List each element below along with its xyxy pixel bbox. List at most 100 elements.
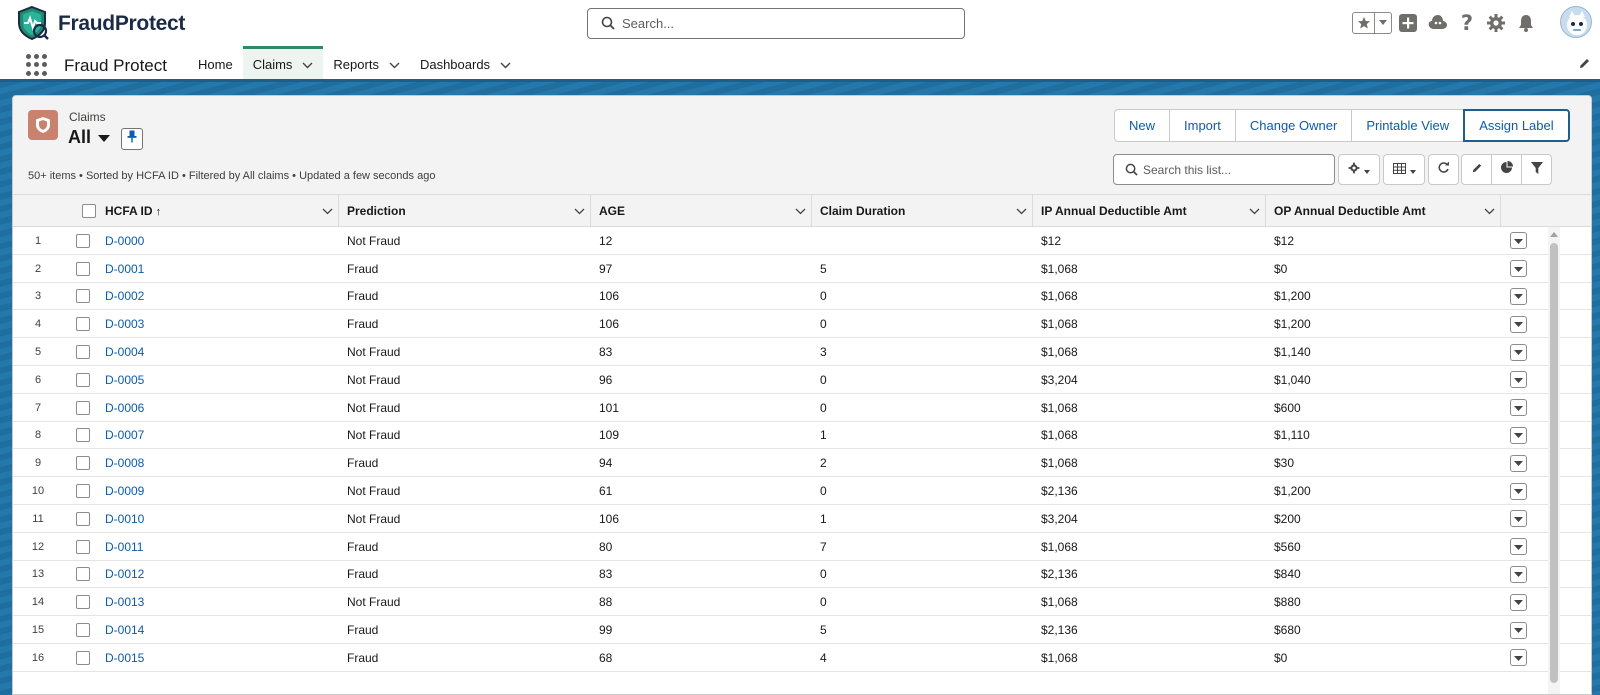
avatar[interactable] — [1560, 6, 1592, 38]
hcfa-id-link[interactable]: D-0006 — [105, 394, 144, 422]
pin-button[interactable] — [121, 128, 143, 150]
row-checkbox[interactable] — [76, 484, 90, 499]
table-row[interactable]: 7 D-0006 Not Fraud 101 0 $1,068 $600 — [13, 394, 1591, 422]
chevron-down-icon[interactable] — [568, 208, 590, 215]
chevron-down-icon[interactable] — [789, 208, 811, 215]
row-checkbox[interactable] — [76, 623, 90, 638]
row-action-menu-button[interactable] — [1510, 510, 1527, 528]
row-checkbox[interactable] — [76, 567, 90, 582]
column-header-op-deductible[interactable]: OP Annual Deductible Amt — [1266, 195, 1501, 227]
chevron-down-icon[interactable] — [302, 57, 313, 72]
row-checkbox[interactable] — [76, 317, 90, 332]
edit-list-button[interactable] — [1461, 154, 1492, 185]
table-row[interactable]: 3 D-0002 Fraud 106 0 $1,068 $1,200 — [13, 283, 1591, 311]
table-row[interactable]: 1 D-0000 Not Fraud 12 $12 $12 — [13, 227, 1591, 255]
help-icon[interactable]: ? — [1455, 11, 1479, 35]
hcfa-id-link[interactable]: D-0010 — [105, 505, 144, 533]
column-header-prediction[interactable]: Prediction — [339, 195, 591, 227]
hcfa-id-link[interactable]: D-0001 — [105, 255, 144, 283]
row-checkbox[interactable] — [76, 428, 90, 443]
hcfa-id-link[interactable]: D-0003 — [105, 310, 144, 338]
scroll-up-icon[interactable] — [1550, 232, 1558, 237]
row-checkbox[interactable] — [76, 456, 90, 471]
row-action-menu-button[interactable] — [1510, 621, 1527, 639]
display-as-button[interactable] — [1383, 154, 1425, 185]
table-row[interactable]: 16 D-0015 Fraud 68 4 $1,068 $0 — [13, 644, 1591, 672]
row-action-menu-button[interactable] — [1510, 565, 1527, 583]
row-action-menu-button[interactable] — [1510, 538, 1527, 556]
row-checkbox[interactable] — [76, 261, 90, 276]
table-row[interactable]: 14 D-0013 Not Fraud 88 0 $1,068 $880 — [13, 588, 1591, 617]
row-checkbox[interactable] — [76, 595, 90, 610]
trailhead-icon[interactable] — [1426, 11, 1450, 35]
filter-button[interactable] — [1521, 154, 1552, 185]
chevron-down-icon[interactable] — [1478, 208, 1500, 215]
pencil-icon[interactable] — [1578, 57, 1591, 75]
list-view-selector[interactable]: All — [68, 127, 111, 148]
row-action-menu-button[interactable] — [1510, 593, 1527, 611]
tab-claims[interactable]: Claims — [242, 46, 324, 79]
import-button[interactable]: Import — [1169, 109, 1236, 142]
table-scrollbar[interactable] — [1548, 227, 1560, 694]
row-action-menu-button[interactable] — [1510, 454, 1527, 472]
hcfa-id-link[interactable]: D-0011 — [105, 533, 143, 561]
hcfa-id-link[interactable]: D-0008 — [105, 449, 144, 477]
printable-view-button[interactable]: Printable View — [1351, 109, 1465, 142]
new-button[interactable]: New — [1114, 109, 1171, 142]
row-checkbox[interactable] — [76, 511, 90, 526]
list-controls-button[interactable] — [1338, 154, 1380, 185]
hcfa-id-link[interactable]: D-0014 — [105, 616, 144, 644]
refresh-button[interactable] — [1428, 154, 1459, 185]
hcfa-id-link[interactable]: D-0009 — [105, 477, 144, 505]
favorites-button[interactable] — [1352, 12, 1392, 34]
app-logo-icon[interactable] — [14, 5, 50, 41]
row-checkbox[interactable] — [76, 539, 90, 554]
row-checkbox[interactable] — [76, 345, 90, 360]
select-all-checkbox[interactable] — [82, 204, 96, 218]
column-header-age[interactable]: AGE — [591, 195, 812, 227]
hcfa-id-link[interactable]: D-0007 — [105, 422, 144, 450]
table-row[interactable]: 6 D-0005 Not Fraud 96 0 $3,204 $1,040 — [13, 366, 1591, 394]
table-row[interactable]: 12 D-0011 Fraud 80 7 $1,068 $560 — [13, 533, 1591, 561]
row-action-menu-button[interactable] — [1510, 649, 1527, 667]
tab-reports[interactable]: Reports — [323, 46, 410, 79]
global-search-input[interactable] — [622, 13, 952, 34]
chevron-down-icon[interactable] — [1010, 208, 1032, 215]
row-checkbox[interactable] — [76, 289, 90, 304]
row-checkbox[interactable] — [76, 400, 90, 415]
table-row[interactable]: 8 D-0007 Not Fraud 109 1 $1,068 $1,110 — [13, 422, 1591, 450]
table-row[interactable]: 10 D-0009 Not Fraud 61 0 $2,136 $1,200 — [13, 477, 1591, 505]
gear-icon[interactable] — [1484, 11, 1508, 35]
hcfa-id-link[interactable]: D-0004 — [105, 338, 144, 366]
row-checkbox[interactable] — [76, 372, 90, 387]
list-search[interactable] — [1113, 154, 1335, 185]
row-checkbox[interactable] — [76, 650, 90, 665]
row-action-menu-button[interactable] — [1510, 232, 1527, 250]
chevron-down-icon[interactable] — [316, 208, 338, 215]
hcfa-id-link[interactable]: D-0002 — [105, 283, 144, 311]
table-row[interactable]: 13 D-0012 Fraud 83 0 $2,136 $840 — [13, 561, 1591, 589]
charts-button[interactable] — [1491, 154, 1522, 185]
hcfa-id-link[interactable]: D-0000 — [105, 227, 144, 255]
row-action-menu-button[interactable] — [1510, 260, 1527, 278]
app-launcher-icon[interactable] — [26, 54, 48, 76]
column-header-claim-duration[interactable]: Claim Duration — [812, 195, 1033, 227]
chevron-down-icon[interactable] — [389, 57, 400, 72]
hcfa-id-link[interactable]: D-0013 — [105, 588, 144, 616]
hcfa-id-link[interactable]: D-0005 — [105, 366, 144, 394]
tab-dashboards[interactable]: Dashboards — [410, 46, 521, 79]
caret-down-icon[interactable] — [98, 127, 111, 148]
row-action-menu-button[interactable] — [1510, 343, 1527, 361]
table-row[interactable]: 11 D-0010 Not Fraud 106 1 $3,204 $200 — [13, 505, 1591, 533]
row-action-menu-button[interactable] — [1510, 371, 1527, 389]
chevron-down-icon[interactable] — [1375, 13, 1391, 33]
column-header-ip-deductible[interactable]: IP Annual Deductible Amt — [1033, 195, 1266, 227]
table-row[interactable]: 2 D-0001 Fraud 97 5 $1,068 $0 — [13, 255, 1591, 283]
change-owner-button[interactable]: Change Owner — [1234, 109, 1353, 142]
row-action-menu-button[interactable] — [1510, 287, 1527, 305]
table-row[interactable]: 9 D-0008 Fraud 94 2 $1,068 $30 — [13, 449, 1591, 478]
row-checkbox[interactable] — [76, 233, 90, 248]
table-row[interactable]: 15 D-0014 Fraud 99 5 $2,136 $680 — [13, 616, 1591, 644]
row-action-menu-button[interactable] — [1510, 315, 1527, 333]
global-search[interactable] — [587, 8, 965, 39]
